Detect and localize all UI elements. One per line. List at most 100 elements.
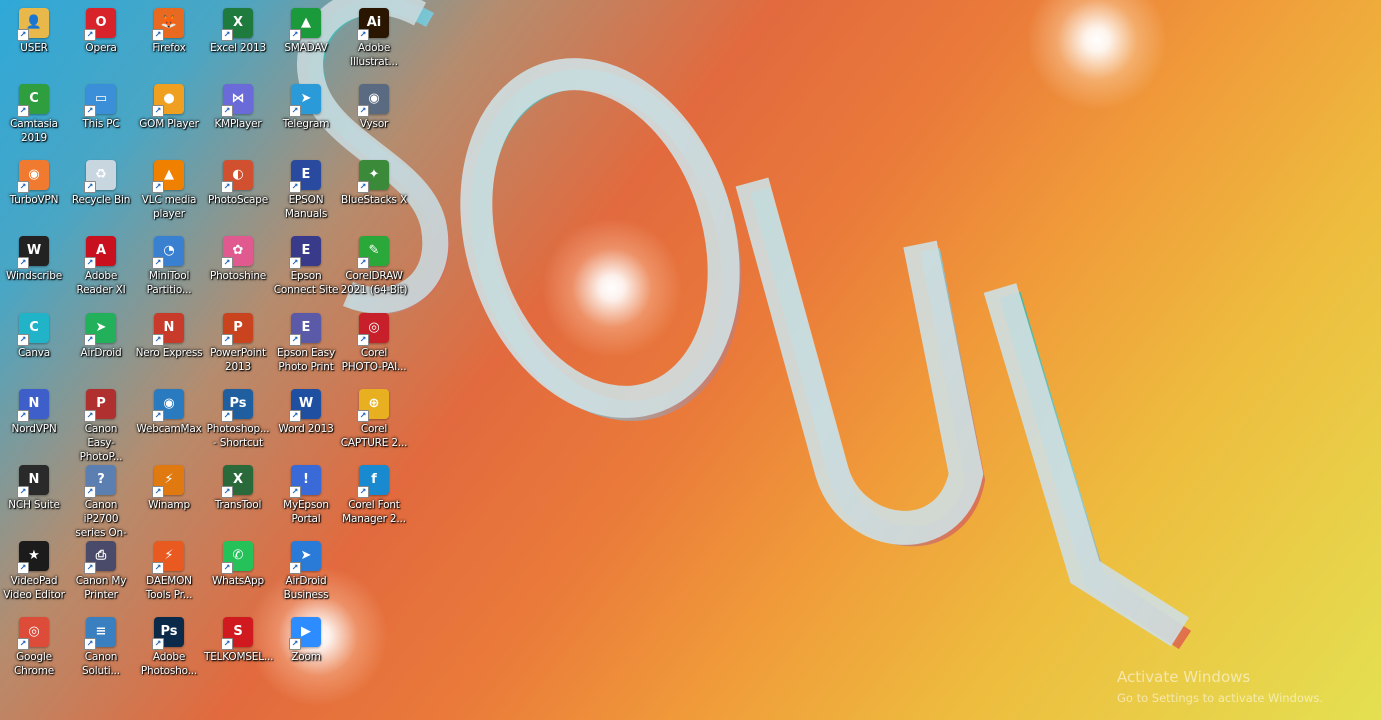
shortcut-arrow-icon: ↗ <box>357 486 369 498</box>
shortcut-arrow-icon: ↗ <box>357 105 369 117</box>
desktop-shortcut-label: Camtasia 2019 <box>10 118 58 144</box>
shortcut-arrow-icon: ↗ <box>84 334 96 346</box>
daemon-tools-icon: ⚡ ↗ <box>152 541 184 574</box>
desktop-shortcut[interactable]: ➤ ↗ Telegram <box>272 80 340 156</box>
desktop-shortcut-label: Corel Font Manager 2... <box>342 499 406 525</box>
desktop-shortcut[interactable]: ➤ ↗ AirDroid <box>67 309 135 385</box>
desktop-shortcut[interactable]: W ↗ Word 2013 <box>272 385 340 461</box>
desktop-shortcut[interactable]: N ↗ NordVPN <box>0 385 68 461</box>
desktop-shortcut[interactable]: ✎ ↗ CorelDRAW 2021 (64-Bit) <box>340 232 408 308</box>
desktop-shortcut[interactable]: ⎙ ↗ Canon My Printer <box>67 537 135 613</box>
desktop-shortcut[interactable]: X ↗ Excel 2013 <box>204 4 272 80</box>
desktop-shortcut[interactable]: E ↗ Epson Easy Photo Print <box>272 309 340 385</box>
desktop-shortcut[interactable]: ◔ ↗ MiniTool Partitio... <box>135 232 203 308</box>
desktop-shortcut[interactable]: 👤 ↗ USER <box>0 4 68 80</box>
desktop-shortcut[interactable]: S ↗ TELKOMSEL... <box>204 613 273 689</box>
desktop-shortcut[interactable]: ◉ ↗ Vysor <box>340 80 408 156</box>
desktop-shortcut-label: VLC media player <box>141 194 197 220</box>
canon-easy-photoprint-icon: P ↗ <box>84 389 116 422</box>
desktop-shortcut[interactable]: P ↗ PowerPoint 2013 <box>204 309 272 385</box>
desktop-shortcut-label: BlueStacks X <box>341 194 407 206</box>
desktop-shortcut-label: PowerPoint 2013 <box>210 347 266 373</box>
vysor-icon: ◉ ↗ <box>357 84 389 117</box>
desktop-shortcut[interactable]: ▶ ↗ Zoom <box>272 613 340 689</box>
desktop-shortcut[interactable]: ⚡ ↗ Winamp <box>135 461 203 537</box>
desktop-shortcut[interactable]: ⊕ ↗ Corel CAPTURE 2... <box>340 385 408 461</box>
desktop-shortcut[interactable]: ✿ ↗ Photoshine <box>204 232 272 308</box>
desktop-shortcut[interactable]: ✆ ↗ WhatsApp <box>204 537 272 613</box>
desktop-shortcut[interactable]: ⚡ ↗ DAEMON Tools Pr... <box>135 537 203 613</box>
desktop-shortcut[interactable]: E ↗ Epson Connect Site <box>272 232 340 308</box>
desktop-shortcut[interactable]: ◎ ↗ Google Chrome <box>0 613 68 689</box>
shortcut-arrow-icon: ↗ <box>152 181 164 193</box>
shortcut-arrow-icon: ↗ <box>152 410 164 422</box>
desktop-shortcut[interactable]: P ↗ Canon Easy-PhotoP... <box>67 385 135 463</box>
shortcut-arrow-icon: ↗ <box>289 29 301 41</box>
shortcut-arrow-icon: ↗ <box>221 181 233 193</box>
desktop-shortcut-label: GOM Player <box>139 118 199 130</box>
canon-solution-icon: ≡ ↗ <box>84 617 116 650</box>
desktop-shortcut[interactable]: C ↗ Canva <box>0 309 68 385</box>
desktop-shortcut-label: MiniTool Partitio... <box>146 270 192 296</box>
desktop-shortcut[interactable]: ★ ↗ VideoPad Video Editor <box>0 537 68 613</box>
desktop-shortcut-label: TransTool <box>214 499 262 511</box>
desktop-shortcut[interactable]: O ↗ Opera <box>67 4 135 80</box>
turbovpn-icon: ◉ ↗ <box>17 160 49 193</box>
desktop-shortcut[interactable]: ◉ ↗ WebcamMax <box>135 385 203 461</box>
desktop-shortcut[interactable]: X ↗ TransTool <box>204 461 272 537</box>
shortcut-arrow-icon: ↗ <box>221 486 233 498</box>
desktop-shortcut[interactable]: ● ↗ GOM Player <box>135 80 203 156</box>
desktop-shortcut-label: Canon Soluti... <box>82 651 120 677</box>
desktop-shortcut[interactable]: 🦊 ↗ Firefox <box>135 4 203 80</box>
desktop-shortcut[interactable]: N ↗ NCH Suite <box>0 461 68 537</box>
desktop-shortcut-label: Epson Easy Photo Print <box>277 347 335 373</box>
excel-icon: X ↗ <box>221 8 253 41</box>
desktop-shortcut[interactable]: E ↗ EPSON Manuals <box>272 156 340 232</box>
canon-my-printer-icon: ⎙ ↗ <box>84 541 116 574</box>
canva-icon: C ↗ <box>17 313 49 346</box>
desktop-shortcut-label: Adobe Photosho... <box>140 651 198 677</box>
desktop-shortcut[interactable]: ≡ ↗ Canon Soluti... <box>67 613 135 689</box>
desktop-shortcut-label: TurboVPN <box>9 194 59 206</box>
desktop-shortcut[interactable]: ♻ ↗ Recycle Bin <box>67 156 135 232</box>
desktop-shortcut-label: Epson Connect Site <box>273 270 339 296</box>
windscribe-icon: W ↗ <box>17 236 49 269</box>
airdroid-business-icon: ➤ ↗ <box>289 541 321 574</box>
desktop-shortcut[interactable]: ▲ ↗ VLC media player <box>135 156 203 232</box>
shortcut-arrow-icon: ↗ <box>289 181 301 193</box>
shortcut-arrow-icon: ↗ <box>84 486 96 498</box>
desktop-shortcut[interactable]: ◉ ↗ TurboVPN <box>0 156 68 232</box>
shortcut-arrow-icon: ↗ <box>289 562 301 574</box>
shortcut-arrow-icon: ↗ <box>84 29 96 41</box>
desktop-shortcut-label: Canon My Printer <box>75 575 127 601</box>
desktop-shortcut[interactable]: f ↗ Corel Font Manager 2... <box>340 461 408 537</box>
vlc-icon: ▲ ↗ <box>152 160 184 193</box>
desktop-shortcut[interactable]: W ↗ Windscribe <box>0 232 68 308</box>
shortcut-arrow-icon: ↗ <box>357 181 369 193</box>
desktop-shortcut[interactable]: ! ↗ MyEpson Portal <box>272 461 340 537</box>
desktop-shortcut-label: CorelDRAW 2021 (64-Bit) <box>340 270 408 296</box>
shortcut-arrow-icon: ↗ <box>17 410 29 422</box>
desktop-shortcut-label: KMPlayer <box>214 118 262 130</box>
desktop-shortcut-label: DAEMON Tools Pr... <box>145 575 193 601</box>
desktop-shortcut[interactable]: C ↗ Camtasia 2019 <box>0 80 68 156</box>
desktop-shortcut[interactable]: ▭ ↗ This PC <box>67 80 135 156</box>
desktop-shortcut[interactable]: Ps ↗ Photoshop... - Shortcut <box>204 385 272 461</box>
shortcut-arrow-icon: ↗ <box>357 29 369 41</box>
desktop-shortcut[interactable]: ◎ ↗ Corel PHOTO-PAI... <box>340 309 408 385</box>
desktop-shortcut[interactable]: ?↗Canon iP2700 series On-sc... <box>67 461 135 553</box>
desktop-shortcut[interactable]: ◐ ↗ PhotoScape <box>204 156 272 232</box>
desktop-shortcut[interactable]: ✦ ↗ BlueStacks X <box>340 156 408 232</box>
desktop-shortcut[interactable]: ▲ ↗ SMADAV <box>272 4 340 80</box>
desktop-shortcut[interactable]: A ↗ Adobe Reader XI <box>67 232 135 308</box>
desktop-shortcut[interactable]: Ps ↗ Adobe Photosho... <box>135 613 203 689</box>
desktop-shortcut-label: Windscribe <box>6 270 62 282</box>
desktop-shortcut[interactable]: ⋈ ↗ KMPlayer <box>204 80 272 156</box>
opera-icon: O ↗ <box>84 8 116 41</box>
desktop-shortcut[interactable]: ➤ ↗ AirDroid Business <box>272 537 340 613</box>
desktop-shortcut-label: Excel 2013 <box>210 42 266 54</box>
desktop-shortcut[interactable]: Ai ↗ Adobe Illustrat... <box>340 4 408 80</box>
shortcut-arrow-icon: ↗ <box>289 410 301 422</box>
camtasia-icon: C ↗ <box>17 84 49 117</box>
desktop-shortcut[interactable]: N ↗ Nero Express <box>135 309 203 385</box>
